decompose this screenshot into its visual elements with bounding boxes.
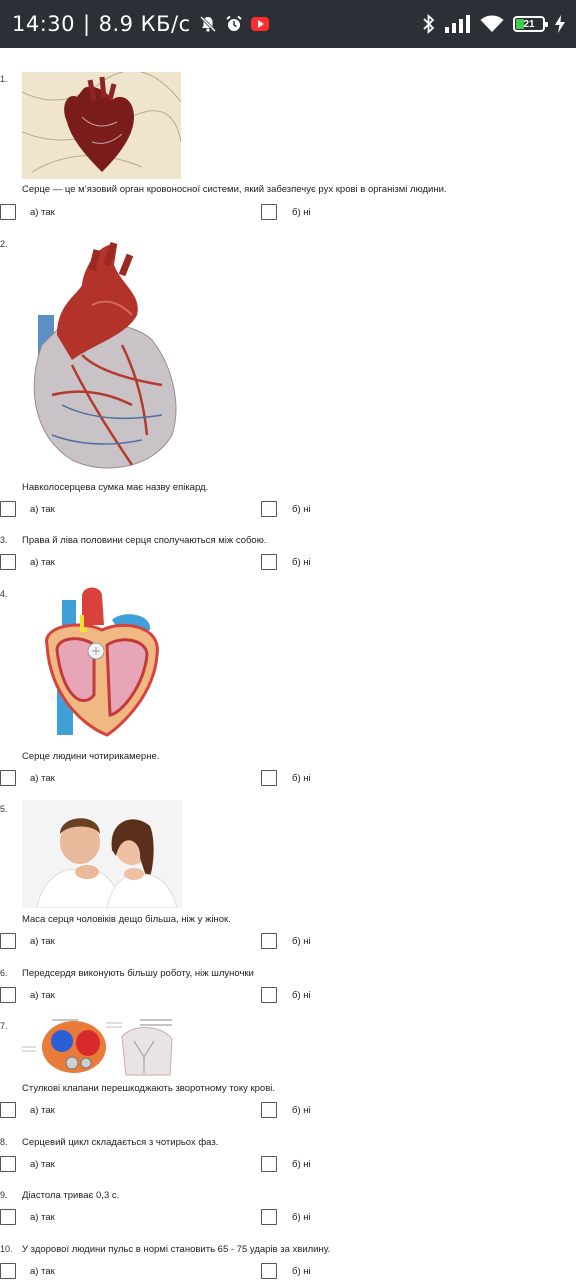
question-text: У здорової людини пульс в нормі становит… — [22, 1244, 331, 1255]
question-number: 3. — [0, 535, 8, 545]
option-a-label: а) так — [30, 1159, 55, 1170]
question-number: 7. — [0, 1021, 8, 1031]
question-text: Діастола триває 0,3 с. — [22, 1190, 120, 1201]
option-a-label: а) так — [30, 1266, 55, 1277]
signal-icon — [445, 15, 470, 33]
alarm-icon — [225, 15, 242, 31]
status-separator: | — [83, 12, 91, 36]
option-a-label: а) так — [30, 207, 55, 218]
option-a-label: а) так — [30, 504, 55, 515]
option-a-label: а) так — [30, 990, 55, 1001]
checkbox-option-b[interactable] — [261, 987, 277, 1003]
youtube-icon — [250, 17, 269, 31]
option-a-label: а) так — [30, 1105, 55, 1116]
question-text: Серцевий цикл складається з чотирьох фаз… — [22, 1137, 219, 1148]
checkbox-option-b[interactable] — [261, 1209, 277, 1225]
checkbox-option-b[interactable] — [261, 770, 277, 786]
question-text: Стулкові клапани перешкоджають зворотном… — [22, 1083, 275, 1094]
option-b-label: б) ні — [292, 1159, 311, 1170]
wifi-icon — [480, 15, 504, 32]
checkbox-option-a[interactable] — [0, 1156, 16, 1172]
checkbox-option-b[interactable] — [261, 1102, 277, 1118]
checkbox-option-a[interactable] — [0, 1102, 16, 1118]
battery-icon: 21 — [513, 16, 548, 32]
status-left: 14:30 | 8.9 КБ/с — [12, 10, 269, 38]
bluetooth-icon — [423, 14, 435, 34]
option-b-label: б) ні — [292, 557, 311, 568]
option-a-label: а) так — [30, 1212, 55, 1223]
network-speed: 8.9 КБ/с — [98, 12, 191, 36]
question-text: Серце — це м’язовий орган кровоносної си… — [22, 184, 447, 195]
question-number: 9. — [0, 1190, 8, 1200]
checkbox-option-a[interactable] — [0, 1263, 16, 1279]
option-a-label: а) так — [30, 773, 55, 784]
question-text: Маса серця чоловіків дещо більша, ніж у … — [22, 914, 231, 925]
option-b-label: б) ні — [292, 1105, 311, 1116]
option-a-label: а) так — [30, 936, 55, 947]
option-b-label: б) ні — [292, 773, 311, 784]
checkbox-option-a[interactable] — [0, 770, 16, 786]
checkbox-option-a[interactable] — [0, 933, 16, 949]
question-number: 5. — [0, 804, 8, 814]
status-right: 21 — [422, 10, 566, 38]
checkbox-option-b[interactable] — [261, 1156, 277, 1172]
man-and-woman-photo — [22, 800, 182, 908]
charging-icon — [555, 15, 565, 33]
option-b-label: б) ні — [292, 504, 311, 515]
question-number: 8. — [0, 1137, 8, 1147]
mute-bell-icon — [199, 15, 216, 33]
option-b-label: б) ні — [292, 207, 311, 218]
status-bar: 14:30 | 8.9 КБ/с 21 — [0, 0, 576, 48]
checkbox-option-b[interactable] — [261, 1263, 277, 1279]
anatomical-heart-image — [22, 235, 182, 475]
option-b-label: б) ні — [292, 1212, 311, 1223]
question-text: Права й ліва половини серця сполучаються… — [22, 535, 267, 546]
question-number: 2. — [0, 239, 8, 249]
question-number: 10. — [0, 1244, 13, 1254]
checkbox-option-a[interactable] — [0, 501, 16, 517]
checkbox-option-b[interactable] — [261, 554, 277, 570]
clock: 14:30 — [12, 12, 76, 36]
heart-illustration-image — [22, 72, 181, 179]
heart-valves-diagram-image — [22, 1017, 182, 1077]
heart-chambers-diagram-image — [22, 585, 182, 745]
battery-level: 21 — [523, 18, 535, 30]
option-b-label: б) ні — [292, 990, 311, 1001]
checkbox-option-a[interactable] — [0, 554, 16, 570]
option-b-label: б) ні — [292, 1266, 311, 1277]
option-b-label: б) ні — [292, 936, 311, 947]
checkbox-option-b[interactable] — [261, 933, 277, 949]
question-number: 4. — [0, 589, 8, 599]
question-text: Передсердя виконують більшу роботу, ніж … — [22, 968, 254, 979]
checkbox-option-b[interactable] — [261, 501, 277, 517]
checkbox-option-b[interactable] — [261, 204, 277, 220]
option-a-label: а) так — [30, 557, 55, 568]
question-text: Серце людини чотирикамерне. — [22, 751, 160, 762]
checkbox-option-a[interactable] — [0, 1209, 16, 1225]
question-number: 1. — [0, 74, 8, 84]
checkbox-option-a[interactable] — [0, 204, 16, 220]
question-number: 6. — [0, 968, 8, 978]
checkbox-option-a[interactable] — [0, 987, 16, 1003]
question-text: Навколосерцева сумка має назву епікард. — [22, 482, 209, 493]
